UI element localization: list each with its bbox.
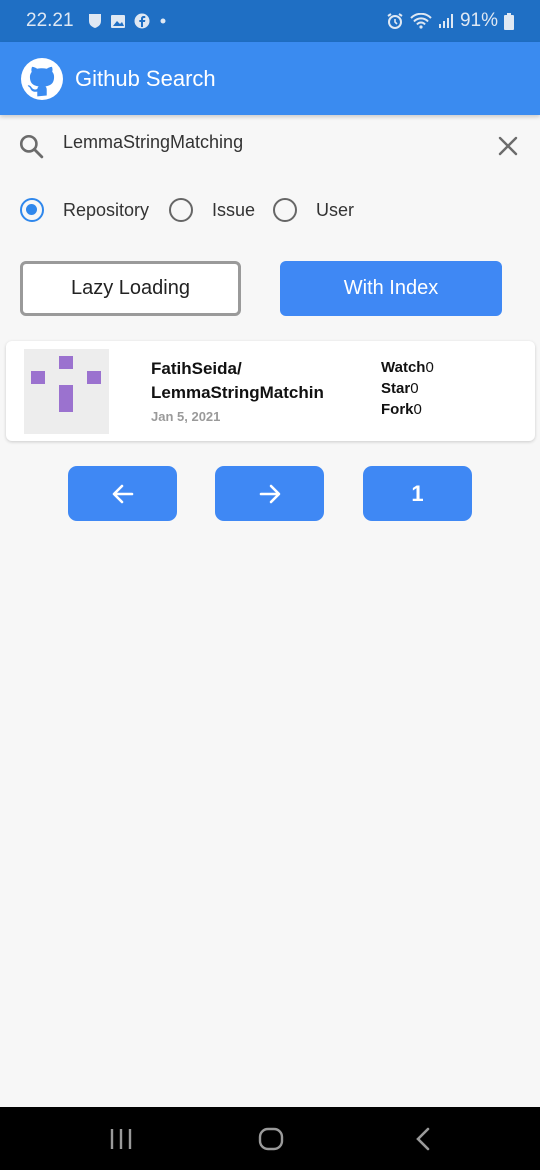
star-count: 0: [410, 380, 419, 397]
arrow-left-icon: [112, 484, 133, 503]
star-label: Star: [381, 380, 411, 397]
repo-date: Jan 5, 2021: [151, 409, 221, 424]
search-type-radio-group: Repository Issue User: [0, 190, 540, 230]
image-icon: [110, 14, 125, 28]
watch-stat: Watch0: [381, 359, 434, 376]
with-index-button[interactable]: With Index: [280, 261, 502, 316]
page-number-button[interactable]: 1: [363, 466, 472, 521]
radio-user[interactable]: [273, 198, 297, 222]
close-icon[interactable]: [497, 135, 519, 157]
app-bar: Github Search: [0, 42, 540, 115]
recents-icon[interactable]: [109, 1127, 133, 1151]
github-icon: [21, 57, 63, 100]
dot-icon: [160, 18, 166, 24]
watch-count: 0: [425, 359, 434, 376]
system-nav-bar: [0, 1107, 540, 1170]
home-icon[interactable]: [258, 1127, 284, 1151]
fork-stat: Fork0: [381, 401, 422, 418]
shield-icon: [88, 14, 101, 28]
battery-percent: 91%: [459, 10, 498, 31]
search-input[interactable]: LemmaStringMatching: [63, 132, 243, 153]
star-stat: Star0: [381, 380, 419, 397]
app-title: Github Search: [75, 65, 216, 91]
arrow-right-icon: [259, 484, 280, 503]
search-icon: [19, 134, 44, 159]
previous-page-button[interactable]: [68, 466, 177, 521]
radio-repository-label[interactable]: Repository: [63, 200, 149, 221]
avatar: [24, 349, 109, 434]
fork-count: 0: [413, 401, 422, 418]
battery-icon: [504, 12, 514, 30]
radio-issue-label[interactable]: Issue: [212, 200, 255, 221]
signal-icon: [438, 14, 453, 28]
facebook-icon: [134, 13, 150, 29]
status-time: 22.21: [26, 10, 74, 31]
search-bar: LemmaStringMatching: [0, 120, 540, 172]
wifi-icon: [410, 13, 432, 29]
watch-label: Watch: [381, 359, 426, 376]
repository-card[interactable]: FatihSeida/ LemmaStringMatchin Jan 5, 20…: [6, 341, 535, 441]
status-bar: 22.21 91%: [0, 0, 540, 42]
fork-label: Fork: [381, 401, 414, 418]
radio-issue[interactable]: [169, 198, 193, 222]
alarm-icon: [387, 13, 403, 29]
lazy-loading-button[interactable]: Lazy Loading: [20, 261, 241, 316]
radio-repository[interactable]: [20, 198, 44, 222]
back-icon[interactable]: [412, 1127, 434, 1151]
next-page-button[interactable]: [215, 466, 324, 521]
repo-name: LemmaStringMatchin: [151, 383, 324, 402]
radio-user-label[interactable]: User: [316, 200, 354, 221]
repo-owner: FatihSeida/: [151, 359, 242, 378]
